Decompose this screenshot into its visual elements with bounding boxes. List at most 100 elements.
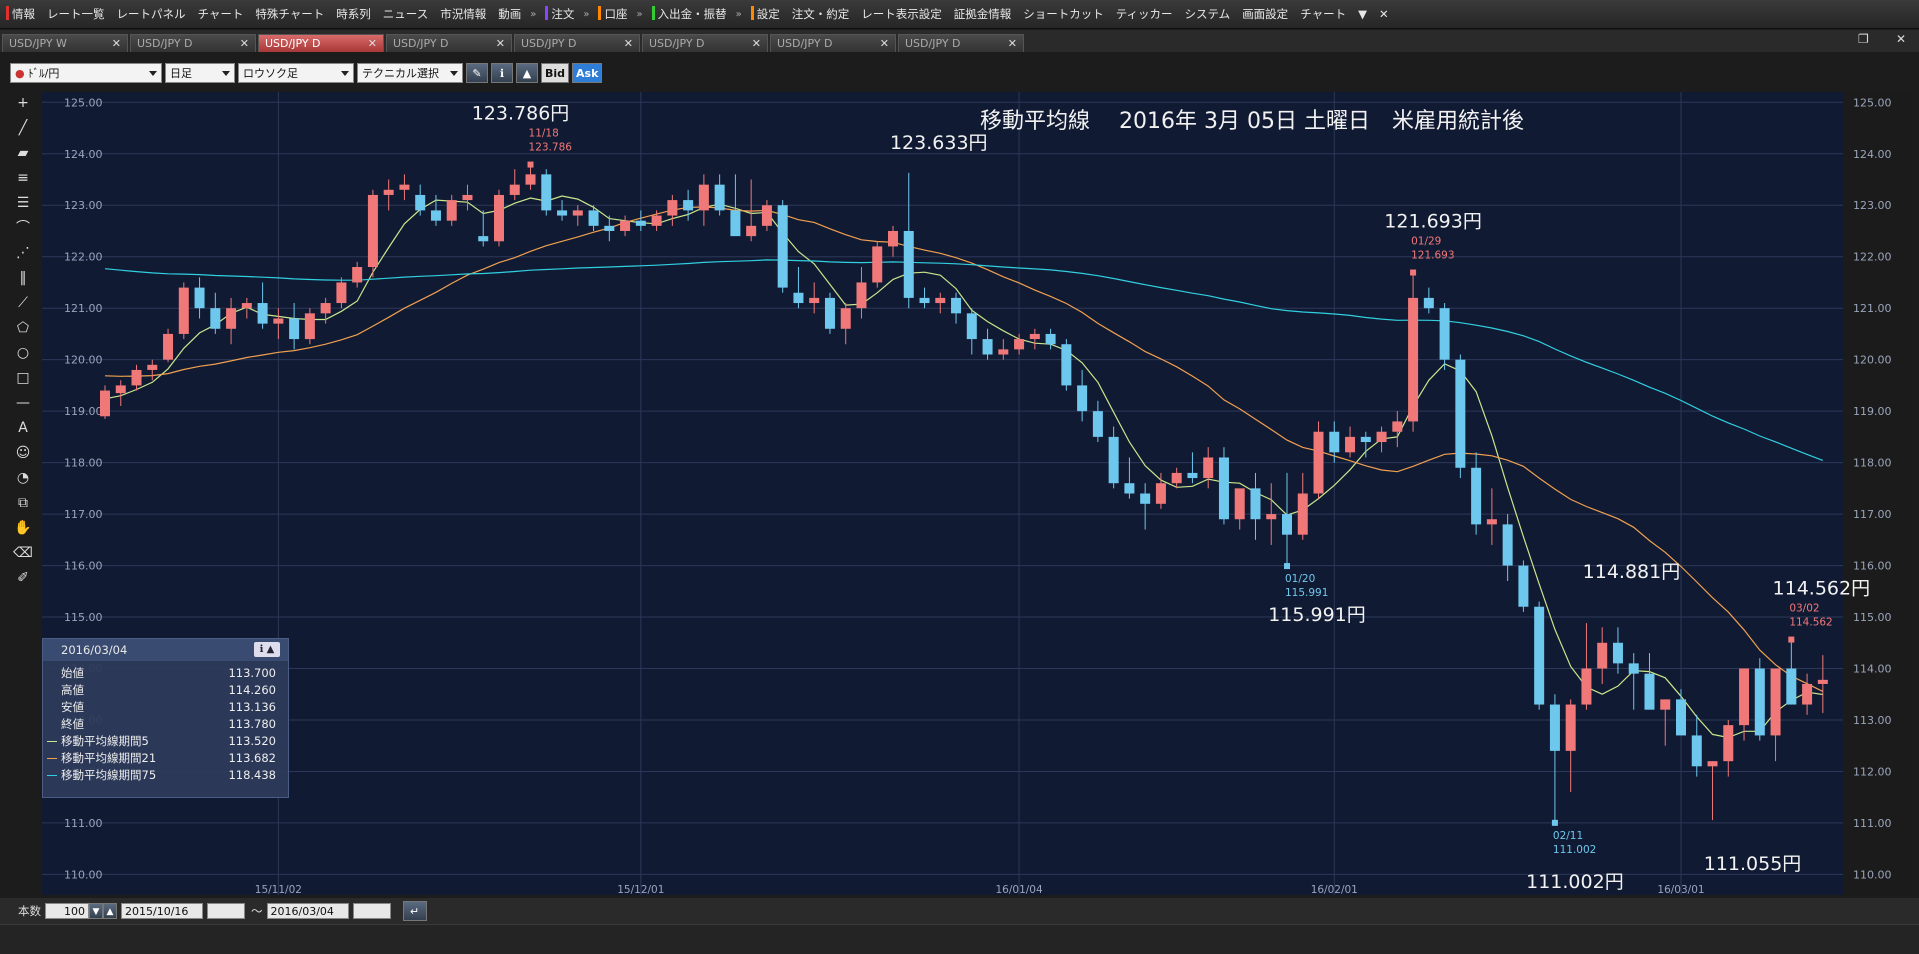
bid-button[interactable]: Bid [541, 63, 570, 83]
ask-button[interactable]: Ask [572, 63, 603, 83]
to-date-input[interactable]: 2016/03/04 [266, 903, 349, 919]
menu-item[interactable]: 動画 [492, 6, 527, 22]
from-time-input[interactable] [207, 903, 245, 919]
menu-item[interactable]: 市況情報 [434, 6, 492, 22]
tab-close-icon[interactable]: ✕ [880, 35, 889, 53]
menu-item[interactable]: 口座 [592, 6, 633, 22]
eraser-tool-icon[interactable]: ⌫ [12, 542, 34, 564]
currency-pair-label: ﾄﾞﾙ/円 [28, 67, 60, 80]
chart-tab[interactable]: USD/JPY W ✕ [2, 34, 128, 52]
menu-item[interactable]: 画面設定 [1236, 6, 1294, 22]
fan-tool-icon[interactable]: ⋰ [12, 242, 34, 264]
chart-tab[interactable]: USD/JPY D ✕ [130, 34, 256, 52]
fibonacci-arc-tool-icon[interactable]: ⌒ [12, 217, 34, 239]
pentagon-tool-icon[interactable]: ⬠ [12, 317, 34, 339]
chart-tab[interactable]: USD/JPY D ✕ [386, 34, 512, 52]
menu-item-label: 注文 [551, 7, 575, 21]
menu-item-label: ニュース [382, 7, 429, 21]
candle-body [667, 200, 678, 216]
tab-close-icon[interactable]: ✕ [240, 35, 249, 53]
x-tick-label: 16/01/04 [995, 884, 1042, 896]
technical-select[interactable]: テクニカル選択 [357, 63, 463, 83]
menu-item[interactable]: レート表示設定 [855, 6, 948, 22]
tab-close-icon[interactable]: ✕ [624, 35, 633, 53]
menu-item[interactable]: 証拠金情報 [948, 6, 1018, 22]
menu-item-label: 特殊チャート [255, 7, 325, 21]
candle-body [793, 292, 804, 304]
menu-item[interactable]: レート一覧 [41, 6, 111, 22]
channel-tool-icon[interactable]: ☰ [12, 192, 34, 214]
count-input[interactable]: 100 [45, 903, 89, 919]
tab-close-icon[interactable]: ✕ [112, 35, 121, 53]
count-up-icon[interactable]: ▲ [103, 903, 117, 919]
menu-item[interactable]: 時系列 [330, 6, 377, 22]
candle-body [1691, 735, 1702, 767]
smiley-icon-tool-icon[interactable]: ☺ [12, 442, 34, 464]
copy-tool-icon[interactable]: ⧉ [12, 492, 34, 514]
eraser-all-tool-icon[interactable]: ✐ [12, 567, 34, 589]
menu-item[interactable]: 特殊チャート [249, 6, 330, 22]
chart-tab[interactable]: USD/JPY D ✕ [898, 34, 1024, 52]
menu-item[interactable]: 入出金・振替 [646, 6, 733, 22]
info-row-label: 高値 [61, 683, 84, 697]
hline-tool-icon[interactable]: — [12, 392, 34, 414]
to-time-input[interactable] [352, 903, 391, 919]
menu-item[interactable]: チャート [192, 6, 250, 22]
y-tick-label-left: 121.00 [64, 302, 103, 315]
currency-pair-select[interactable]: ● ﾄﾞﾙ/円 [10, 63, 162, 83]
chart-tab[interactable]: USD/JPY D ✕ [770, 34, 896, 52]
menu-item[interactable]: チャート [1294, 6, 1352, 22]
chart-type-select[interactable]: ロウソク足 [238, 63, 354, 83]
tab-close-icon[interactable]: ✕ [1008, 35, 1017, 53]
menu-marker [598, 6, 602, 20]
hand-tool-icon[interactable]: ✋ [12, 517, 34, 539]
trendline-tool-icon[interactable]: ╱ [12, 117, 34, 139]
menu-more-icon[interactable]: ▼ [1352, 7, 1373, 21]
menu-item[interactable]: ショートカット [1017, 6, 1110, 22]
y-tick-label-left: 124.00 [64, 148, 103, 161]
candle-body [541, 174, 552, 211]
candle-body [1455, 359, 1466, 468]
ruler-tool-icon[interactable]: ▰ [12, 142, 34, 164]
candle-body [1171, 472, 1182, 484]
restore-window-icon[interactable]: ❐ [1858, 32, 1869, 46]
chart-tab[interactable]: USD/JPY D ✕ [514, 34, 640, 52]
close-window-icon[interactable]: ✕ [1896, 32, 1906, 46]
menu-item[interactable]: 注文 [539, 6, 580, 22]
rectangle-tool-icon[interactable]: □ [12, 367, 34, 389]
candle-body [1565, 704, 1576, 751]
y-tick-label-right: 122.00 [1853, 251, 1892, 264]
period-select[interactable]: 日足 [165, 63, 235, 83]
count-down-icon[interactable]: ▼ [89, 903, 103, 919]
menu-item[interactable]: ニュース [377, 6, 434, 22]
return-icon[interactable]: ↵ [402, 901, 427, 921]
menu-item[interactable]: 設定 [745, 6, 786, 22]
info-panel-toggle-button[interactable]: ℹ ▲ [254, 642, 280, 657]
tab-close-icon[interactable]: ✕ [752, 35, 761, 53]
chart-tab[interactable]: USD/JPY D ✕ [258, 34, 384, 52]
crosshair-tool-icon[interactable]: + [12, 92, 34, 114]
tab-close-icon[interactable]: ✕ [368, 35, 377, 53]
info-row: 移動平均線期間21 113.682 [43, 750, 288, 767]
properties-tool-icon[interactable]: ◔ [12, 467, 34, 489]
candlestick-chart[interactable]: 110.00110.00111.00111.00112.00112.00113.… [0, 0, 1919, 953]
menu-item[interactable]: 情報 [0, 6, 41, 22]
menu-item[interactable]: システム [1179, 6, 1237, 22]
circle-tool-icon[interactable]: ○ [12, 342, 34, 364]
pitchfork-tool-icon[interactable]: ⟋ [12, 292, 34, 314]
menu-item[interactable]: ティッカー [1110, 6, 1179, 22]
chart-tab[interactable]: USD/JPY D ✕ [642, 34, 768, 52]
from-date-input[interactable]: 2015/10/16 [121, 903, 203, 919]
menu-item[interactable]: レートパネル [111, 6, 192, 22]
info-icon[interactable]: ℹ [491, 63, 513, 83]
menu-close-icon[interactable]: ✕ [1373, 7, 1395, 21]
chart-style-icon[interactable]: ▲ [516, 63, 538, 83]
pen-tool-icon[interactable]: ✎ [466, 63, 488, 83]
info-row-value: 113.136 [228, 700, 276, 714]
text-tool-icon[interactable]: A [12, 417, 34, 439]
menu-item[interactable]: 注文・約定 [786, 6, 856, 22]
vertical-lines-tool-icon[interactable]: ‖ [12, 267, 34, 289]
candle-body [210, 308, 221, 329]
horizontal-lines-tool-icon[interactable]: ≡ [12, 167, 34, 189]
tab-close-icon[interactable]: ✕ [496, 35, 505, 53]
